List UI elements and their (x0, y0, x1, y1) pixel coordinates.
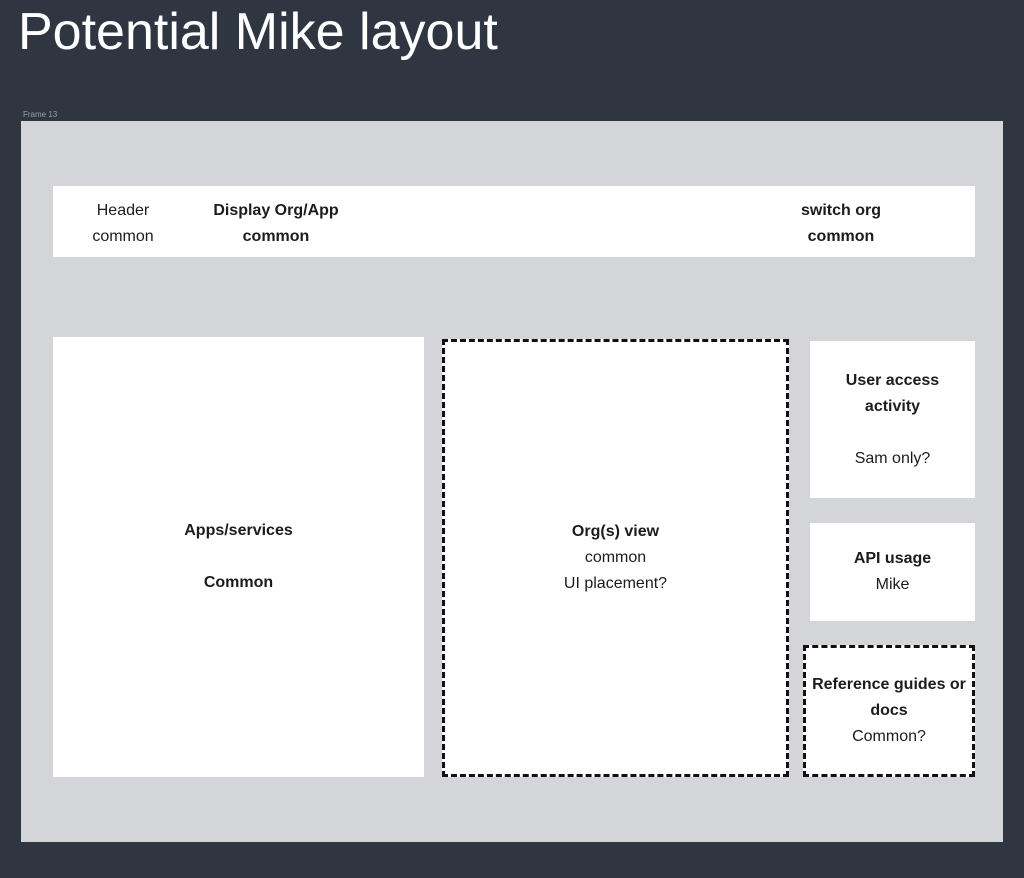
api-usage-sub: Mike (875, 576, 910, 593)
switch-org-sub: common (807, 228, 875, 245)
apps-services-sub: Common (203, 574, 274, 591)
api-usage-title: API usage (853, 550, 932, 567)
orgs-view-note: UI placement? (563, 575, 668, 592)
reference-title-2: docs (870, 702, 908, 719)
header-bar[interactable]: Header common Display Org/App common swi… (53, 186, 975, 257)
orgs-view-panel[interactable]: Org(s) view common UI placement? (442, 339, 789, 777)
reference-title-1: Reference guides or (812, 676, 966, 693)
display-org-sub: common (242, 228, 310, 245)
page-title: Potential Mike layout (18, 3, 498, 61)
layout-canvas: Header common Display Org/App common swi… (21, 121, 1003, 842)
display-org-group: Display Org/App common (201, 198, 351, 250)
header-label: Header (96, 202, 150, 219)
user-access-panel[interactable]: User access activity Sam only? (810, 341, 975, 498)
display-org-label: Display Org/App (213, 202, 339, 219)
switch-org-group: switch org common (781, 198, 901, 250)
apps-services-panel[interactable]: Apps/services Common (53, 337, 424, 777)
orgs-view-title: Org(s) view (571, 523, 660, 540)
reference-note: Common? (852, 728, 926, 745)
user-access-title-1: User access (845, 371, 940, 389)
reference-guides-panel[interactable]: Reference guides or docs Common? (803, 645, 975, 777)
switch-org-label: switch org (800, 202, 881, 219)
user-access-title-2: activity (864, 397, 921, 415)
header-sub: common (92, 228, 154, 245)
frame-label: Frame 13 (23, 110, 58, 119)
orgs-view-sub: common (584, 549, 647, 566)
header-label-group: Header common (85, 198, 161, 250)
api-usage-panel[interactable]: API usage Mike (810, 523, 975, 621)
user-access-note: Sam only? (854, 449, 931, 467)
apps-services-title: Apps/services (184, 522, 293, 539)
